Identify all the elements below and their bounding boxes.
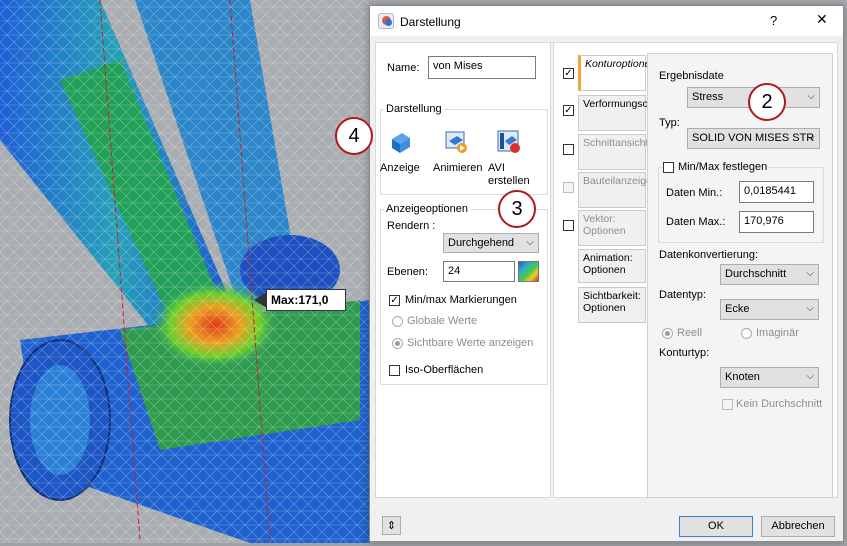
minmax-festlegen-label: Min/Max festlegen [676, 161, 770, 173]
animieren-icon [445, 131, 467, 153]
tab-schnittansicht[interactable]: Schnittansicht [578, 134, 649, 170]
rendern-label: Rendern : [387, 220, 436, 232]
avi-label: AVI erstellen [488, 162, 530, 187]
tab-sichtbarkeit-optionen[interactable]: Sichtbarkeit: Optionen [578, 287, 646, 323]
datentyp-select[interactable]: Ecke ⌵ [720, 299, 819, 320]
verformungsoptionen-checkbox[interactable]: ✓ [563, 105, 574, 116]
tab-konturoptionen-label: Konturoptionen [585, 58, 657, 70]
konturtyp-select[interactable]: Knoten ⌵ [720, 367, 819, 388]
minmax-festlegen-checkbox[interactable] [663, 162, 674, 173]
iso-oberflaechen-label: Iso-Oberflächen [405, 364, 484, 376]
ok-button[interactable]: OK [679, 516, 753, 537]
chevron-down-icon: ⌵ [807, 91, 815, 102]
datenkonvertierung-select-value: Durchschnitt [725, 268, 787, 280]
animieren-button[interactable] [440, 126, 470, 156]
chevron-down-icon: ⌵ [806, 268, 814, 279]
tab-animation-optionen[interactable]: Animation: Optionen [578, 249, 646, 283]
minmax-markierungen-checkbox[interactable]: ✓ [389, 295, 400, 306]
daten-max-input[interactable]: 170,976 [739, 211, 814, 233]
rendern-select-value: Durchgehend [448, 237, 515, 249]
max-marker-label: Max:171,0 [266, 289, 346, 311]
help-button[interactable]: ? [770, 13, 777, 28]
chevron-down-icon: ⌵ [526, 237, 534, 248]
schnittansicht-checkbox[interactable] [563, 144, 574, 155]
tab-bauteilanzeige[interactable]: Bauteilanzeige [578, 172, 652, 208]
dialog-title: Darstellung [400, 15, 461, 29]
callout-3: 3 [498, 190, 536, 228]
iso-oberflaechen-checkbox[interactable] [389, 365, 400, 376]
daten-min-input[interactable]: 0,0185441 [739, 181, 814, 203]
sichtbare-werte-label: Sichtbare Werte anzeigen [407, 337, 534, 349]
anzeige-button[interactable] [385, 126, 415, 156]
ebenen-input[interactable]: 24 [443, 261, 515, 282]
typ-select[interactable]: SOLID VON MISES STR ⌵ [687, 128, 820, 149]
tab-konturoptionen[interactable]: Konturoptionen [578, 55, 656, 91]
anzeige-label: Anzeige [380, 162, 420, 174]
kein-durchschnitt-checkbox[interactable] [722, 399, 733, 410]
expand-button[interactable]: ⇕ [382, 516, 401, 535]
typ-label: Typ: [659, 117, 680, 129]
close-button[interactable]: ✕ [816, 12, 828, 28]
callout-4: 4 [335, 117, 373, 155]
reell-radio[interactable] [662, 328, 673, 339]
imaginar-label: Imaginär [756, 327, 799, 339]
kein-durchschnitt-label: Kein Durchschnitt [736, 398, 823, 410]
konturtyp-select-value: Knoten [725, 371, 760, 383]
avi-icon [497, 130, 520, 153]
konturoptionen-checkbox[interactable]: ✓ [563, 68, 574, 79]
ebenen-label: Ebenen: [387, 266, 428, 278]
callout-2: 2 [748, 83, 786, 121]
typ-select-value: SOLID VON MISES STR [692, 132, 815, 144]
globale-werte-label: Globale Werte [407, 315, 478, 327]
abbrechen-button[interactable]: Abbrechen [761, 516, 835, 537]
tab-bauteilanzeige-label: Bauteilanzeige [583, 175, 652, 187]
imaginar-radio[interactable] [741, 328, 752, 339]
name-label: Name: [387, 62, 420, 74]
darstellung-group-label: Darstellung [384, 103, 444, 115]
anzeigeoptionen-label: Anzeigeoptionen [384, 203, 470, 215]
tab-animation-optionen-label: Animation: Optionen [583, 252, 633, 276]
daten-min-label: Daten Min.: [666, 187, 723, 199]
chevron-down-icon: ⌵ [806, 303, 814, 314]
tab-vektor-optionen[interactable]: Vektor: Optionen [578, 210, 646, 246]
anzeige-icon [392, 133, 410, 153]
sichtbare-werte-radio[interactable] [392, 338, 403, 349]
left-panel: Name: von Mises Darstellung Anzeige Anim… [375, 42, 551, 498]
datenkonvertierung-select[interactable]: Durchschnitt ⌵ [720, 264, 819, 285]
datentyp-select-value: Ecke [725, 303, 750, 315]
animieren-label: Animieren [433, 162, 483, 174]
tab-sichtbarkeit-optionen-label: Sichtbarkeit: Optionen [583, 290, 641, 314]
datenkonvertierung-label: Datenkonvertierung: [659, 249, 759, 261]
tab-vektor-optionen-label: Vektor: Optionen [583, 213, 626, 237]
app-icon [378, 13, 394, 29]
bauteilanzeige-checkbox[interactable] [563, 182, 574, 193]
tab-verformungsoptionen[interactable]: Verformungsoptionen [578, 95, 683, 131]
tab-schnittansicht-label: Schnittansicht [583, 137, 649, 149]
name-input[interactable]: von Mises [428, 56, 536, 79]
reell-label: Reell [677, 327, 703, 339]
rendern-select[interactable]: Durchgehend ⌵ [443, 233, 539, 253]
konturoptionen-pane: Ergebnisdate Stress ⌵ Typ: SOLID VON MISE… [647, 53, 833, 498]
datentyp-label: Datentyp: [659, 289, 707, 301]
ergebnisdate-select-value: Stress [692, 91, 724, 103]
chevron-down-icon: ⌵ [807, 132, 815, 143]
vektor-optionen-checkbox[interactable] [563, 220, 574, 231]
konturtyp-label: Konturtyp: [659, 347, 710, 359]
ergebnisdate-label: Ergebnisdate [659, 70, 724, 82]
right-panel: ✓ ✓ Konturoptionen Verformungsoptionen S… [553, 42, 838, 498]
title-bar: Darstellung ? ✕ [370, 6, 843, 36]
color-palette-button[interactable] [518, 261, 539, 282]
avi-button[interactable] [493, 126, 523, 156]
chevron-down-icon: ⌵ [806, 371, 814, 382]
max-marker-pointer [254, 292, 267, 308]
globale-werte-radio[interactable] [392, 316, 403, 327]
minmax-markierungen-label: Min/max Markierungen [405, 294, 517, 306]
daten-max-label: Daten Max.: [666, 216, 726, 228]
